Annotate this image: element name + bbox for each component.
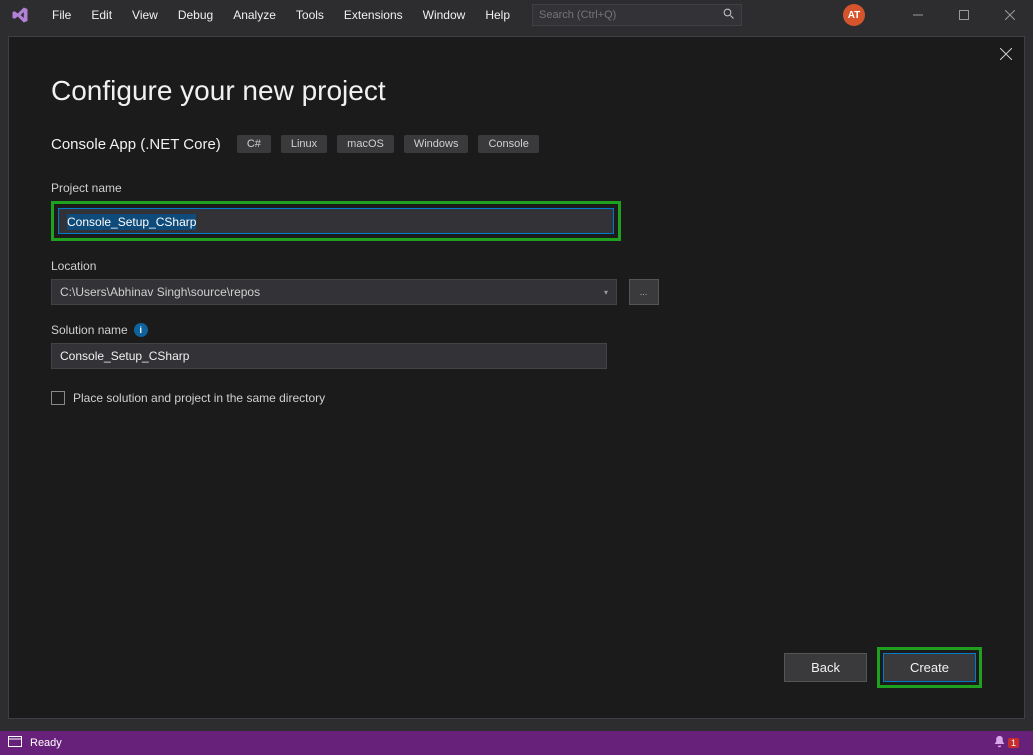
status-bar: Ready 1 bbox=[0, 731, 1033, 755]
status-window-icon bbox=[8, 736, 22, 751]
menu-view[interactable]: View bbox=[122, 3, 168, 27]
project-name-highlight: Console_Setup_CSharp bbox=[51, 201, 621, 241]
status-ready: Ready bbox=[30, 737, 62, 749]
menu-debug[interactable]: Debug bbox=[168, 3, 223, 27]
menu-file[interactable]: File bbox=[42, 3, 81, 27]
back-button[interactable]: Back bbox=[784, 653, 867, 682]
menu-help[interactable]: Help bbox=[475, 3, 520, 27]
tag-csharp: C# bbox=[237, 135, 271, 153]
same-directory-checkbox-row[interactable]: Place solution and project in the same d… bbox=[51, 391, 982, 405]
search-icon bbox=[723, 8, 735, 23]
create-button[interactable]: Create bbox=[883, 653, 976, 682]
location-label: Location bbox=[51, 259, 982, 273]
window-controls bbox=[895, 0, 1033, 30]
search-input[interactable] bbox=[539, 9, 723, 21]
location-combo[interactable]: C:\Users\Abhinav Singh\source\repos ▾ bbox=[51, 279, 617, 305]
dialog-close-icon[interactable] bbox=[1000, 47, 1012, 63]
menu-analyze[interactable]: Analyze bbox=[223, 3, 286, 27]
subtitle-row: Console App (.NET Core) C# Linux macOS W… bbox=[51, 135, 982, 153]
search-box[interactable] bbox=[532, 4, 742, 26]
browse-button[interactable]: … bbox=[629, 279, 659, 305]
tag-linux: Linux bbox=[281, 135, 327, 153]
chevron-down-icon: ▾ bbox=[604, 288, 608, 297]
menu-tools[interactable]: Tools bbox=[286, 3, 334, 27]
solution-name-label: Solution name i bbox=[51, 323, 982, 337]
solution-name-label-text: Solution name bbox=[51, 323, 128, 337]
tag-console: Console bbox=[478, 135, 538, 153]
info-icon[interactable]: i bbox=[134, 323, 148, 337]
location-row: C:\Users\Abhinav Singh\source\repos ▾ … bbox=[51, 279, 659, 305]
tag-macos: macOS bbox=[337, 135, 394, 153]
new-project-dialog: Configure your new project Console App (… bbox=[8, 36, 1025, 719]
project-name-value: Console_Setup_CSharp bbox=[67, 214, 196, 230]
project-name-input[interactable]: Console_Setup_CSharp bbox=[58, 208, 614, 234]
notification-badge[interactable]: 1 bbox=[993, 735, 1019, 751]
notification-count: 1 bbox=[1008, 738, 1019, 748]
same-directory-label: Place solution and project in the same d… bbox=[73, 391, 325, 405]
main-menu: File Edit View Debug Analyze Tools Exten… bbox=[42, 3, 520, 27]
menu-window[interactable]: Window bbox=[413, 3, 476, 27]
menu-extensions[interactable]: Extensions bbox=[334, 3, 413, 27]
project-template-name: Console App (.NET Core) bbox=[51, 136, 221, 153]
solution-name-input[interactable] bbox=[51, 343, 607, 369]
location-value: C:\Users\Abhinav Singh\source\repos bbox=[60, 285, 260, 299]
vs-logo-icon bbox=[8, 3, 32, 27]
tag-windows: Windows bbox=[404, 135, 469, 153]
menu-edit[interactable]: Edit bbox=[81, 3, 122, 27]
maximize-button[interactable] bbox=[941, 0, 987, 30]
dialog-footer: Back Create bbox=[51, 647, 982, 698]
same-directory-checkbox[interactable] bbox=[51, 391, 65, 405]
bell-icon bbox=[993, 735, 1006, 751]
create-button-highlight: Create bbox=[877, 647, 982, 688]
dialog-title: Configure your new project bbox=[51, 75, 982, 107]
minimize-button[interactable] bbox=[895, 0, 941, 30]
user-avatar[interactable]: AT bbox=[843, 4, 865, 26]
close-button[interactable] bbox=[987, 0, 1033, 30]
title-bar: File Edit View Debug Analyze Tools Exten… bbox=[0, 0, 1033, 30]
project-name-label: Project name bbox=[51, 181, 982, 195]
